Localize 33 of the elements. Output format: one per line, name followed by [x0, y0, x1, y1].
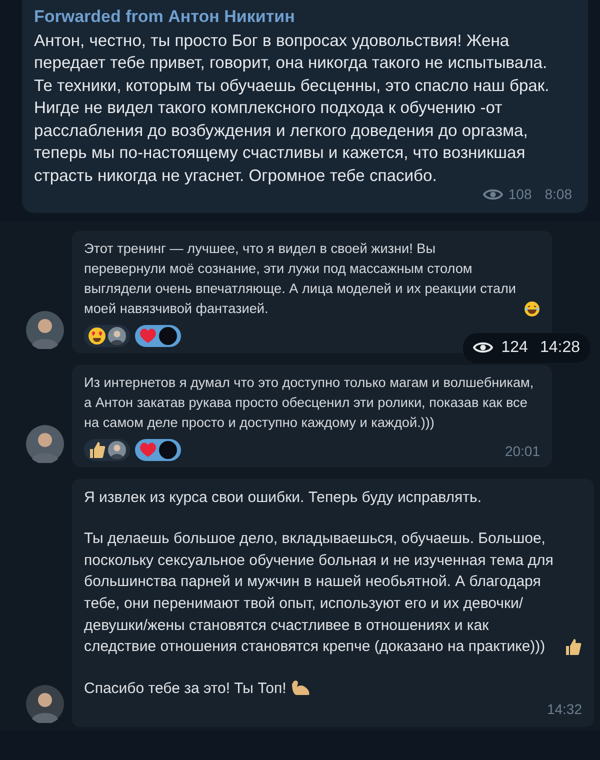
avatar [26, 310, 64, 349]
reaction-button[interactable] [135, 438, 181, 461]
avatar [26, 424, 64, 463]
view-count: 124 [501, 338, 528, 358]
view-count: 108 [508, 184, 532, 204]
reaction-button[interactable] [84, 438, 130, 461]
thumbs-up-icon [88, 440, 106, 459]
avatar [159, 440, 177, 459]
eye-icon [473, 341, 494, 354]
message-text: Я извлек из курса свои ошибки. Теперь буду исправлять. [84, 488, 482, 508]
flexed-arm-icon [291, 679, 312, 698]
laughing-face-icon [524, 300, 540, 317]
message-text: Этот тренинг — лучшее, что я видел в своей жизни! Вы перевернули моё сознание, эти лужи под массажным столом выглядели очень впечатляюще. А лица моделей и их реакции стали моей навязчивой фантазией. [84, 240, 518, 318]
avatar [108, 326, 126, 345]
message-time: 20:01 [504, 442, 540, 461]
message-time: 8:08 [544, 184, 572, 204]
heart-eyes-face-icon [88, 326, 106, 345]
reaction-button[interactable] [135, 324, 181, 347]
message-text: Из интернетов я думал что это доступно только магам и волшебникам, а Антон закатав рукава просто обесценил эти ролики, показав как все на самом деле просто и доступно каждому и каждой.))) [84, 374, 535, 432]
message-text: Ты делаешь большое дело, вкладываешься, обучаешь. Большое, поскольку сексуальное обучение больная и не изученная тема для большинства парней и мужчин в нашей необьятной. А благодаря тебе, они перенимают твой опыт, используют его и их девочки/девушки/жены становятся счастливее в отношениях и как следствие отношения становятся крепче (доказано на практике))) [84, 529, 554, 658]
message-time: 14:28 [540, 338, 580, 358]
heart-icon [139, 328, 157, 344]
heart-icon [139, 442, 157, 458]
message-time: 14:32 [546, 700, 582, 720]
message-text: Антон, честно, ты просто Бог в вопросах удовольствия! Жена передает тебе привет, говорит, она никогда такого не испытывала. Те техники, которым ты обучаешь бесценны, это спасло наш брак. Нигде не видел такого комплексного подхода к обучению -от расслабления до возбуждения и легкого доведения до оргазма, теперь мы по-настоящему счастливы и кажется, что возникшая страсть никогда не угаснет. Огромное тебе спасибо. [34, 30, 550, 186]
forward-header: Forwarded from Антон Никитин [34, 6, 296, 28]
message-text: Спасибо тебе за это! Ты Топ! [84, 678, 286, 699]
avatar [26, 685, 64, 723]
reaction-button[interactable] [84, 324, 130, 347]
thumbs-up-icon [564, 638, 582, 656]
eye-icon [483, 188, 504, 201]
avatar [159, 326, 177, 345]
avatar [108, 440, 126, 459]
